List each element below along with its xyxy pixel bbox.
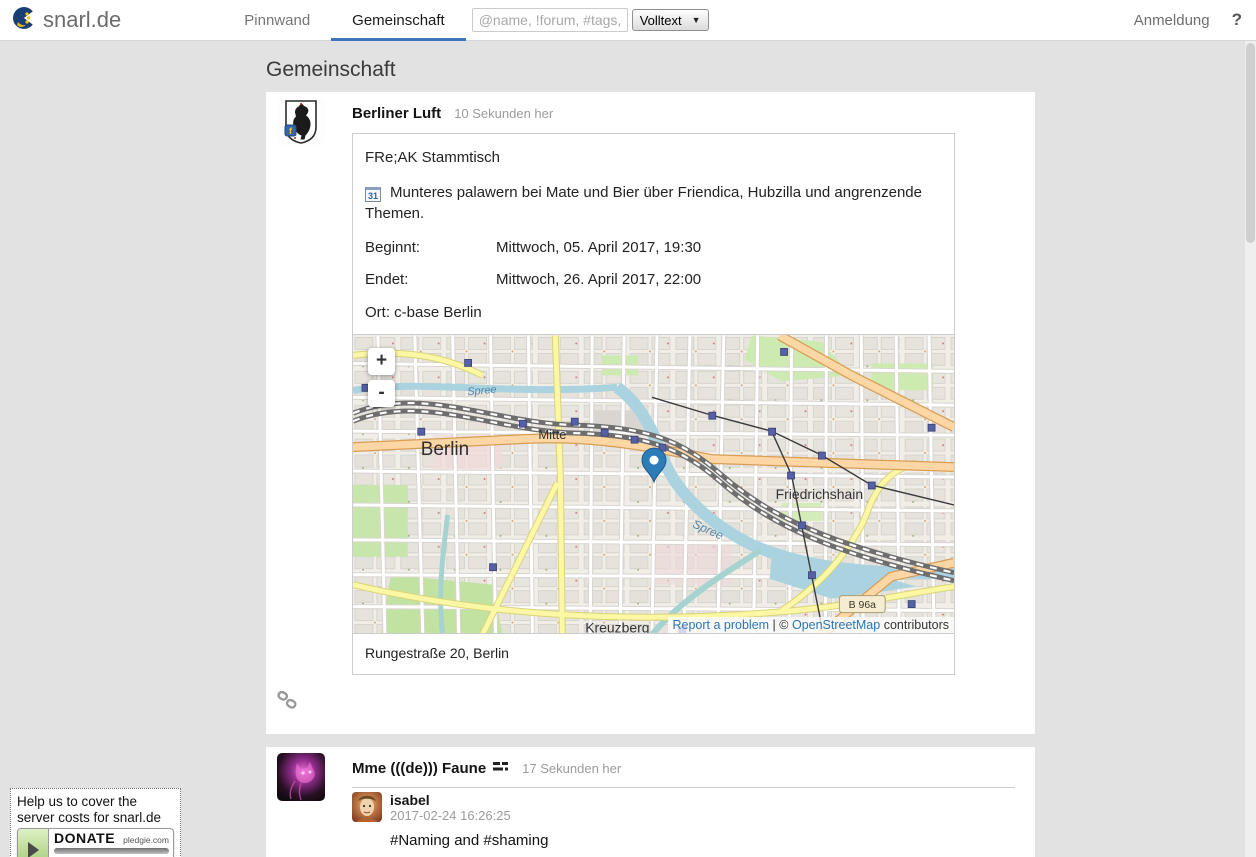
chevron-down-icon: ▼ bbox=[692, 15, 701, 25]
pledgie-donate-button[interactable]: DONATE pledgie.com 76.00 € Raised! bbox=[17, 828, 174, 857]
search-scope-select[interactable]: Volltext ▼ bbox=[632, 9, 709, 31]
post-berliner-luft: f Berliner Luft 10 Sekunden her FRe;AK S… bbox=[266, 92, 1035, 734]
tab-pinnwand[interactable]: Pinnwand bbox=[223, 0, 331, 40]
map-zoom-out-button[interactable]: - bbox=[368, 380, 395, 407]
nav-tabs: Pinnwand Gemeinschaft bbox=[223, 0, 465, 40]
attribution-suffix: contributors bbox=[880, 618, 949, 632]
donation-progress-bar bbox=[54, 848, 169, 854]
map-graphic: Berlin Mitte Friedrichshain Kreuzberg Sp… bbox=[353, 335, 954, 634]
post-author[interactable]: Mme (((de))) Faune bbox=[352, 760, 486, 777]
shared-header: isabel 2017-02-24 16:26:25 bbox=[390, 792, 1015, 823]
event-begin-label: Beginnt: bbox=[365, 239, 496, 256]
login-link[interactable]: Anmeldung bbox=[1134, 12, 1210, 29]
post-header: Berliner Luft 10 Sekunden her bbox=[266, 92, 1035, 122]
event-end-label: Endet: bbox=[365, 271, 496, 288]
main-content: Gemeinschaft f Berliner Luft 10 Sekunden… bbox=[266, 58, 1035, 857]
friendica-logo-icon bbox=[12, 6, 36, 35]
help-icon[interactable]: ? bbox=[1232, 10, 1242, 30]
event-description: 31Munteres palawern bei Mate und Bier üb… bbox=[353, 182, 954, 224]
search-scope-value: Volltext bbox=[640, 13, 682, 28]
road-badge: B 96a bbox=[839, 596, 885, 613]
svg-text:B 96a: B 96a bbox=[849, 600, 877, 611]
avatar-mme-faune[interactable] bbox=[277, 753, 325, 801]
openstreetmap-link[interactable]: OpenStreetMap bbox=[792, 618, 880, 632]
post-mme-faune: Mme (((de))) Faune 17 Sekunden her bbox=[266, 747, 1035, 857]
nav-right: Anmeldung ? bbox=[1134, 10, 1242, 30]
play-triangle-icon bbox=[18, 829, 49, 857]
donate-label: DONATE bbox=[54, 830, 115, 846]
pledgie-brand: pledgie.com bbox=[123, 835, 169, 845]
post-author[interactable]: Berliner Luft bbox=[352, 105, 441, 122]
donate-widget: Help us to cover the server costs for sn… bbox=[10, 788, 181, 857]
shared-content[interactable]: #Naming and #shaming bbox=[390, 832, 1015, 849]
donate-text-line1: Help us to cover the bbox=[17, 794, 174, 810]
shared-author[interactable]: isabel bbox=[390, 792, 1015, 808]
event-title: FRe;AK Stammtisch bbox=[353, 149, 954, 166]
event-begin-row: Beginnt: Mittwoch, 05. April 2017, 19:30 bbox=[353, 239, 954, 256]
avatar-isabel[interactable] bbox=[352, 792, 382, 822]
shared-timestamp: 2017-02-24 16:26:25 bbox=[390, 808, 1015, 823]
post-time[interactable]: 17 Sekunden her bbox=[522, 761, 621, 776]
calendar-icon: 31 bbox=[365, 187, 381, 202]
tab-gemeinschaft[interactable]: Gemeinschaft bbox=[331, 0, 466, 40]
page-title: Gemeinschaft bbox=[266, 58, 1035, 82]
brand-logo[interactable]: snarl.de bbox=[12, 6, 121, 35]
event-address: Rungestraße 20, Berlin bbox=[353, 634, 954, 674]
event-end-row: Endet: Mittwoch, 26. April 2017, 22:00 bbox=[353, 271, 954, 288]
forum-icon bbox=[493, 760, 509, 778]
report-problem-link[interactable]: Report a problem bbox=[673, 618, 770, 632]
post-time[interactable]: 10 Sekunden her bbox=[454, 106, 553, 121]
map-label-friedrichshain: Friedrichshain bbox=[776, 486, 864, 502]
map-label-kreuzberg: Kreuzberg bbox=[585, 620, 649, 634]
map-zoom-in-button[interactable]: + bbox=[368, 348, 395, 375]
event-end-value: Mittwoch, 26. April 2017, 22:00 bbox=[496, 271, 701, 288]
post-header: Mme (((de))) Faune 17 Sekunden her bbox=[266, 747, 1035, 778]
map-zoom-controls: + - bbox=[368, 348, 395, 407]
map-label-spree-1: Spree bbox=[467, 384, 497, 399]
attribution-separator: | © bbox=[769, 618, 792, 632]
search-box: Volltext ▼ bbox=[472, 8, 709, 32]
brand-name: snarl.de bbox=[43, 7, 121, 33]
map-label-berlin: Berlin bbox=[421, 439, 469, 460]
scrollbar-thumb[interactable] bbox=[1246, 43, 1255, 243]
event-description-text: Munteres palawern bei Mate und Bier über… bbox=[365, 184, 922, 222]
scrollbar[interactable] bbox=[1244, 41, 1256, 857]
event-box: FRe;AK Stammtisch 31Munteres palawern be… bbox=[352, 133, 955, 675]
top-navbar: snarl.de Pinnwand Gemeinschaft Volltext … bbox=[0, 0, 1256, 41]
map-label-mitte: Mitte bbox=[538, 427, 566, 442]
donate-text-line2: server costs for snarl.de bbox=[17, 810, 174, 826]
avatar-berliner-luft[interactable]: f bbox=[277, 98, 325, 146]
post-actions bbox=[277, 691, 1035, 727]
event-location: Ort: c-base Berlin bbox=[353, 304, 954, 321]
openstreetmap-map[interactable]: Berlin Mitte Friedrichshain Kreuzberg Sp… bbox=[353, 334, 954, 634]
map-attribution: Report a problem | © OpenStreetMap contr… bbox=[668, 617, 955, 633]
link-icon[interactable] bbox=[277, 697, 298, 714]
shared-post: isabel 2017-02-24 16:26:25 #Naming and #… bbox=[352, 787, 1015, 849]
event-begin-value: Mittwoch, 05. April 2017, 19:30 bbox=[496, 239, 701, 256]
pledgie-main: DONATE pledgie.com 76.00 € Raised! bbox=[49, 829, 173, 857]
search-input[interactable] bbox=[472, 8, 628, 32]
